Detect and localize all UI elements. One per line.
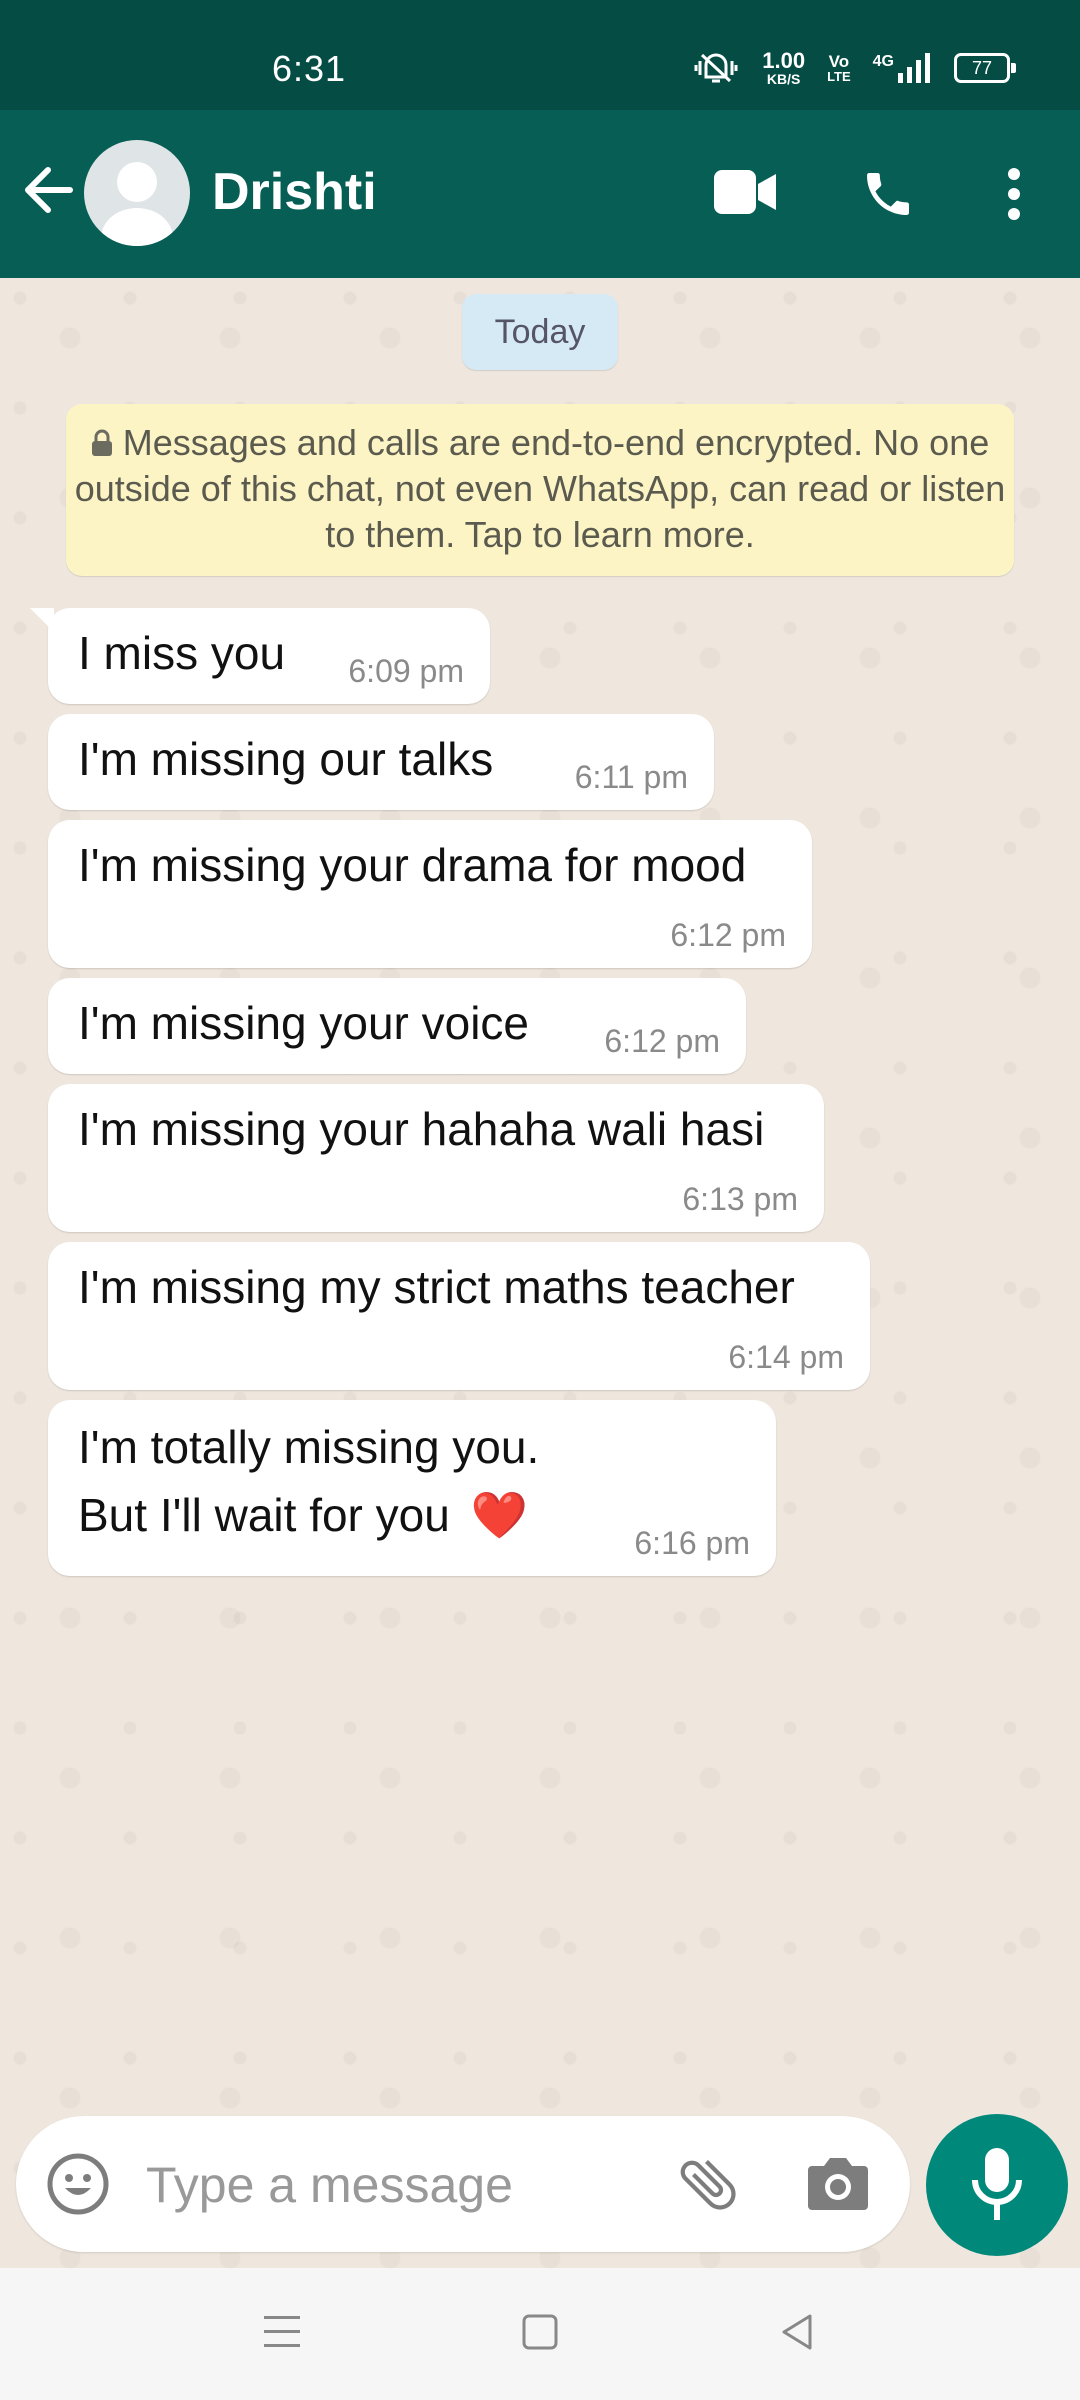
more-options-icon[interactable]	[1002, 168, 1026, 220]
network-type: 4G	[872, 53, 894, 70]
status-bar: 6:31 1.00 KB/S Vo LTE 4G 77	[0, 0, 1080, 110]
message-text-line2-text: But I'll wait for you	[78, 1489, 450, 1541]
vibrate-icon	[694, 53, 738, 83]
chat-area[interactable]: Today Messages and calls are end-to-end …	[0, 278, 1080, 2268]
status-icons: 1.00 KB/S Vo LTE 4G 77	[692, 48, 1016, 87]
encryption-notice[interactable]: Messages and calls are end-to-end encryp…	[66, 404, 1014, 576]
message-time: 6:13 pm	[682, 1181, 798, 1217]
message-text: I'm missing your voice	[78, 997, 530, 1049]
message-composer[interactable]: Type a message	[16, 2116, 910, 2252]
signal-icon	[898, 53, 930, 83]
message-text-line2: But I'll wait for you ❤️	[78, 1488, 528, 1543]
avatar[interactable]	[84, 140, 190, 246]
message-time: 6:11 pm	[574, 759, 688, 795]
battery-icon: 77	[954, 53, 1016, 83]
message-bubble[interactable]: I'm totally missing you. But I'll wait f…	[48, 1400, 776, 1576]
message-input[interactable]: Type a message	[146, 2156, 513, 2214]
emoji-icon[interactable]	[46, 2152, 110, 2216]
camera-icon[interactable]	[806, 2154, 870, 2212]
message-time: 6:14 pm	[728, 1339, 844, 1375]
message-text-line1: I'm totally missing you.	[78, 1421, 540, 1473]
default-avatar-icon	[101, 162, 173, 246]
network-speed: 1.00 KB/S	[762, 48, 806, 87]
message-bubble[interactable]: I'm missing your drama for mood 6:12 pm	[48, 820, 812, 968]
message-time: 6:12 pm	[604, 1023, 720, 1059]
system-nav-bar	[0, 2268, 1080, 2400]
message-bubble[interactable]: I'm missing my strict maths teacher 6:14…	[48, 1242, 870, 1390]
back-arrow-icon[interactable]	[22, 162, 74, 218]
signal-indicator: 4G	[873, 53, 932, 83]
message-text: I'm missing our talks	[78, 733, 494, 785]
volte-top: Vo	[828, 52, 850, 71]
speed-unit: KB/S	[766, 71, 801, 87]
bubble-tail	[30, 608, 54, 632]
encryption-notice-text: Messages and calls are end-to-end encryp…	[74, 422, 1006, 555]
status-time: 6:31	[272, 48, 347, 89]
date-chip: Today	[462, 294, 618, 370]
video-call-icon[interactable]	[714, 170, 776, 214]
voice-message-button[interactable]	[926, 2114, 1068, 2256]
back-nav-icon[interactable]	[778, 2312, 818, 2352]
volte-indicator: Vo LTE	[827, 53, 851, 83]
menu-icon[interactable]	[262, 2314, 302, 2350]
home-icon[interactable]	[520, 2312, 560, 2352]
heart-emoji: ❤️	[470, 1489, 528, 1541]
message-bubble[interactable]: I'm missing our talks 6:11 pm	[48, 714, 714, 810]
message-text: I'm missing my strict maths teacher	[78, 1261, 795, 1313]
message-text: I'm missing your drama for mood	[78, 839, 747, 891]
message-text: I miss you	[78, 627, 286, 679]
message-bubble[interactable]: I miss you 6:09 pm	[30, 608, 490, 704]
chat-header: Drishti	[0, 110, 1080, 278]
message-text: I'm missing your hahaha wali hasi	[78, 1103, 765, 1155]
message-bubble[interactable]: I'm missing your voice 6:12 pm	[48, 978, 746, 1074]
speed-value: 1.00	[762, 48, 806, 73]
message-bubble[interactable]: I'm missing your hahaha wali hasi 6:13 p…	[48, 1084, 824, 1232]
mic-icon	[972, 2148, 1022, 2220]
message-time: 6:16 pm	[634, 1525, 750, 1561]
lock-icon	[91, 429, 112, 456]
contact-name[interactable]: Drishti	[212, 162, 377, 222]
volte-bottom: LTE	[827, 69, 851, 84]
voice-call-icon[interactable]	[860, 166, 916, 222]
attach-icon[interactable]	[674, 2150, 742, 2218]
message-time: 6:09 pm	[348, 653, 464, 689]
message-time: 6:12 pm	[670, 917, 786, 953]
